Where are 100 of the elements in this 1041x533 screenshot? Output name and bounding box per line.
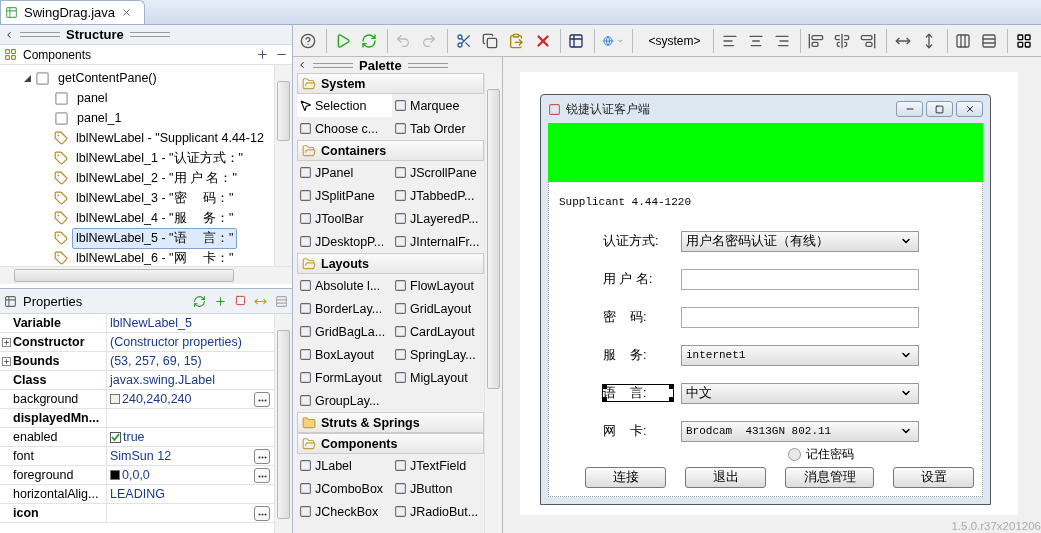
ellipsis-button[interactable] bbox=[254, 505, 270, 521]
component-icon bbox=[394, 505, 407, 518]
palette-category[interactable]: System bbox=[297, 73, 484, 94]
palette-item[interactable]: JRadioBut... bbox=[392, 500, 484, 523]
ellipsis-button[interactable] bbox=[254, 391, 270, 407]
tree-item[interactable]: panel_1 bbox=[73, 109, 126, 127]
input-field[interactable] bbox=[681, 306, 919, 328]
scrollbar[interactable] bbox=[274, 65, 292, 266]
tree-item[interactable]: lblNewLabel_4 - "服 务：" bbox=[72, 207, 238, 229]
property-value[interactable]: SimSun 12 bbox=[110, 449, 172, 463]
expand-icon[interactable] bbox=[2, 337, 11, 347]
dialog-button[interactable]: 连接 bbox=[585, 467, 666, 488]
palette-item[interactable]: Choose c... bbox=[297, 117, 392, 140]
tree-item[interactable]: lblNewLabel_3 - "密 码：" bbox=[72, 187, 238, 209]
palette-item[interactable]: JPanel bbox=[297, 161, 392, 184]
palette-item[interactable]: FlowLayout bbox=[392, 274, 484, 297]
palette-item[interactable]: Marquee bbox=[392, 94, 484, 117]
expand-icon[interactable] bbox=[2, 356, 11, 366]
expand-arrow-icon[interactable] bbox=[24, 74, 31, 82]
palette-item[interactable]: JSplitPane bbox=[297, 184, 392, 207]
tree-item[interactable]: panel bbox=[73, 89, 112, 107]
property-name: horizontalAlig... bbox=[0, 485, 107, 503]
palette-item[interactable]: JButton bbox=[392, 477, 484, 500]
dialog-button[interactable]: 消息管理 bbox=[785, 467, 874, 488]
property-value[interactable]: (53, 257, 69, 15) bbox=[110, 354, 202, 368]
palette-category[interactable]: Containers bbox=[297, 140, 484, 161]
property-value[interactable]: lblNewLabel_5 bbox=[110, 316, 192, 330]
editor-tab[interactable]: SwingDrag.java bbox=[0, 0, 146, 24]
maximize-button[interactable] bbox=[926, 101, 953, 117]
palette-item[interactable]: FormLayout bbox=[297, 366, 392, 389]
component-icon bbox=[299, 122, 312, 135]
palette-category[interactable]: Components bbox=[297, 433, 484, 454]
palette-item[interactable]: BoxLayout bbox=[297, 343, 392, 366]
tree-item[interactable]: lblNewLabel_6 - "网 卡：" bbox=[72, 247, 238, 266]
ellipsis-button[interactable] bbox=[254, 448, 270, 464]
look-and-feel-dropdown[interactable]: <system> bbox=[637, 28, 708, 53]
combo-box[interactable]: 中文 bbox=[681, 382, 919, 404]
resize-handle[interactable] bbox=[669, 385, 673, 389]
palette-category[interactable]: Struts & Springs bbox=[297, 412, 484, 433]
palette-item[interactable]: SpringLay... bbox=[392, 343, 484, 366]
form-label[interactable]: 密 码: bbox=[602, 308, 674, 326]
component-icon bbox=[299, 482, 312, 495]
combo-box[interactable]: internet1 bbox=[681, 344, 919, 366]
tree-item[interactable]: getContentPane() bbox=[54, 69, 161, 87]
palette-item[interactable]: CardLayout bbox=[392, 320, 484, 343]
palette-item[interactable]: JLabel bbox=[297, 454, 392, 477]
palette-item[interactable]: JComboBox bbox=[297, 477, 392, 500]
property-value[interactable]: javax.swing.JLabel bbox=[110, 373, 215, 387]
minimize-button[interactable] bbox=[896, 101, 923, 117]
palette-item[interactable]: JDesktopP... bbox=[297, 230, 392, 253]
tree-item[interactable]: lblNewLabel_2 - "用 户 名：" bbox=[72, 167, 241, 189]
property-value[interactable]: 0,0,0 bbox=[122, 468, 150, 482]
palette-item[interactable]: BorderLay... bbox=[297, 297, 392, 320]
palette-category[interactable]: Layouts bbox=[297, 253, 484, 274]
component-icon bbox=[394, 325, 407, 338]
expand-all-icon bbox=[256, 48, 269, 61]
palette-item[interactable]: JToolBar bbox=[297, 207, 392, 230]
form-label[interactable]: 网 卡: bbox=[602, 422, 674, 440]
palette-item[interactable]: JInternalFr... bbox=[392, 230, 484, 253]
property-value[interactable]: true bbox=[123, 430, 145, 444]
scrollbar[interactable] bbox=[274, 314, 292, 533]
dialog-button[interactable]: 退出 bbox=[685, 467, 766, 488]
window-title: 锐捷认证客户端 bbox=[566, 100, 650, 118]
radio-button[interactable] bbox=[788, 447, 801, 461]
tree-item[interactable]: lblNewLabel - "Supplicant 4.44-12 bbox=[72, 129, 268, 147]
palette-item[interactable]: JScrollPane bbox=[392, 161, 484, 184]
ellipsis-button[interactable] bbox=[254, 467, 270, 483]
checkbox[interactable] bbox=[110, 431, 121, 443]
input-field[interactable] bbox=[681, 268, 919, 290]
form-label[interactable]: 用 户 名: bbox=[602, 270, 674, 288]
form-label[interactable]: 服 务: bbox=[602, 346, 674, 364]
combo-box[interactable]: Brodcam 4313GN 802.11 bbox=[681, 420, 919, 442]
resize-handle[interactable] bbox=[669, 397, 673, 401]
palette-item[interactable]: JLayeredP... bbox=[392, 207, 484, 230]
palette-item[interactable]: Selection bbox=[297, 94, 392, 117]
scrollbar[interactable] bbox=[0, 266, 292, 284]
component-icon bbox=[394, 482, 407, 495]
property-value[interactable]: (Constructor properties) bbox=[110, 335, 242, 349]
property-value[interactable]: LEADING bbox=[110, 487, 165, 501]
palette-item[interactable]: GroupLay... bbox=[297, 389, 392, 412]
dialog-button[interactable]: 设置 bbox=[893, 467, 974, 488]
palette-item[interactable]: JCheckBox bbox=[297, 500, 392, 523]
maximize-icon bbox=[935, 104, 944, 114]
palette-item[interactable]: GridLayout bbox=[392, 297, 484, 320]
palette-item[interactable]: MigLayout bbox=[392, 366, 484, 389]
palette-item[interactable]: Tab Order bbox=[392, 117, 484, 140]
close-button[interactable] bbox=[956, 101, 983, 117]
palette-item[interactable]: GridBagLa... bbox=[297, 320, 392, 343]
resize-handle[interactable] bbox=[603, 397, 607, 401]
form-label[interactable]: 认证方式: bbox=[602, 232, 674, 250]
tree-item[interactable]: lblNewLabel_1 - "认证方式：" bbox=[72, 147, 247, 169]
java-file-icon bbox=[5, 6, 18, 19]
palette-item[interactable]: JTextField bbox=[392, 454, 484, 477]
combo-box[interactable]: 用户名密码认证（有线） bbox=[681, 230, 919, 252]
property-value[interactable]: 240,240,240 bbox=[122, 392, 192, 406]
resize-handle[interactable] bbox=[603, 385, 607, 389]
scrollbar[interactable] bbox=[484, 73, 502, 533]
tree-item[interactable]: lblNewLabel_5 - "语 言：" bbox=[72, 227, 238, 249]
palette-item[interactable]: JTabbedP... bbox=[392, 184, 484, 207]
palette-item[interactable]: Absolute l... bbox=[297, 274, 392, 297]
